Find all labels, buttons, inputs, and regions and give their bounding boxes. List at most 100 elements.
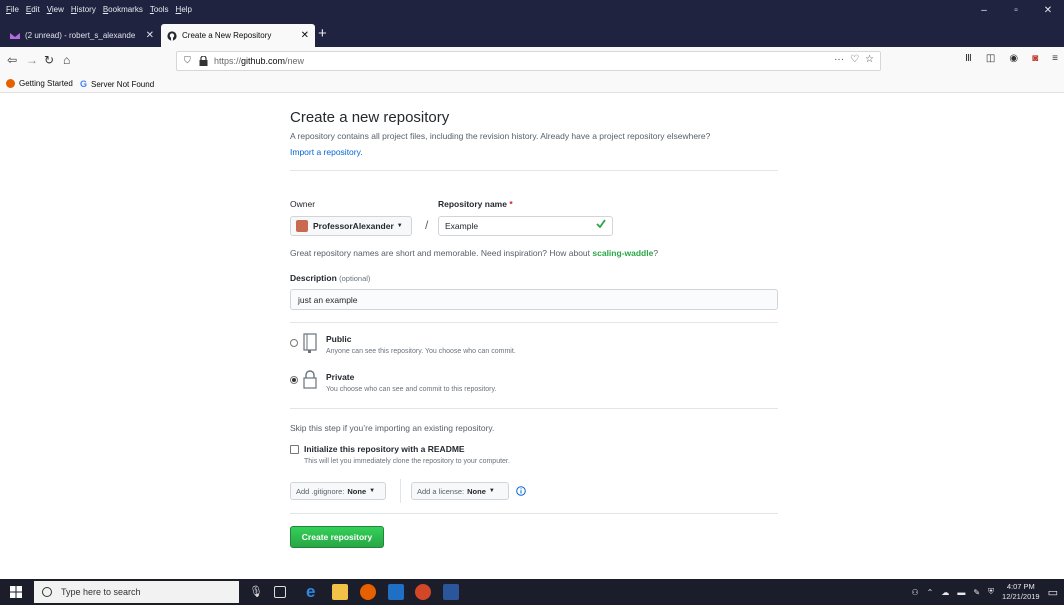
close-tab-icon[interactable]: ✕ [301, 30, 309, 41]
gitignore-label: Add .gitignore: [296, 486, 345, 496]
account-icon[interactable]: ◙ [1032, 53, 1038, 64]
lock-icon[interactable] [199, 56, 208, 66]
close-tab-icon[interactable]: ✕ [146, 30, 154, 41]
windows-start-icon[interactable] [10, 586, 22, 598]
init-readme-checkbox[interactable] [290, 445, 299, 454]
menu-edit[interactable]: Edit [26, 5, 40, 14]
license-select[interactable]: Add a license: None ▼ [411, 482, 509, 500]
clock-date: 12/21/2019 [1002, 592, 1040, 601]
url-text: https://github.com/new [214, 56, 304, 66]
network-icon[interactable]: ▬ [957, 588, 965, 597]
owner-repo-slash: / [425, 218, 429, 232]
powerpoint-icon[interactable] [415, 584, 431, 600]
tab-create-repository[interactable]: Create a New Repository ✕ [161, 24, 315, 47]
home-icon[interactable]: ⌂ [63, 53, 70, 67]
microphone-icon[interactable]: 🎙 [248, 584, 264, 600]
search-placeholder: Type here to search [61, 587, 141, 597]
hamburger-menu-icon[interactable]: ≡ [1052, 53, 1058, 64]
forward-icon[interactable]: → [26, 53, 38, 67]
tab-title: Create a New Repository [182, 31, 272, 40]
hint-text: Great repository names are short and mem… [290, 248, 591, 258]
bookmarks-bar: Getting Started G Server Not Found [0, 75, 1064, 93]
tracking-shield-icon[interactable]: ⛉ [184, 55, 191, 66]
menu-file[interactable]: File [6, 5, 19, 14]
mail-icon [10, 32, 20, 39]
search-icon [42, 587, 52, 597]
bookmark-label: Getting Started [19, 79, 73, 88]
repository-name-input[interactable]: Example [438, 216, 613, 236]
caret-down-icon: ▼ [369, 488, 376, 494]
repository-name-hint: Great repository names are short and mem… [290, 248, 658, 258]
defender-icon[interactable]: ⛨ [988, 587, 994, 597]
taskbar-search[interactable]: Type here to search [34, 581, 239, 603]
page-content: Create a new repository A repository con… [0, 93, 1064, 579]
public-radio[interactable] [290, 339, 298, 347]
menu-bookmarks[interactable]: Bookmarks [103, 5, 143, 14]
url-path: /new [285, 56, 305, 66]
menu-history[interactable]: History [71, 5, 96, 14]
close-window-button[interactable]: ✕ [1032, 0, 1064, 21]
owner-select[interactable]: ProfessorAlexander ▼ [290, 216, 412, 236]
hint-suffix: ? [653, 248, 659, 258]
license-label: Add a license: [417, 486, 465, 496]
word-icon[interactable] [443, 584, 459, 600]
avatar [296, 220, 308, 232]
gitignore-select[interactable]: Add .gitignore: None ▼ [290, 482, 386, 500]
divider [290, 170, 778, 171]
description-input[interactable]: just an example [290, 289, 778, 310]
init-readme-label[interactable]: Initialize this repository with a README [304, 444, 465, 454]
license-value: None [467, 486, 486, 496]
info-icon[interactable] [516, 486, 526, 496]
menu-list: File Edit View History Bookmarks Tools H… [6, 5, 192, 14]
page-title: Create a new repository [290, 109, 450, 126]
clock[interactable]: 4:07 PM 12/21/2019 [1002, 582, 1040, 602]
url-bar[interactable]: ⛉ https://github.com/new ··· ♡ ☆ [176, 51, 881, 71]
divider [290, 513, 778, 514]
menu-help[interactable]: Help [176, 5, 192, 14]
task-view-icon[interactable] [274, 586, 286, 598]
skip-note: Skip this step if you’re importing an ex… [290, 423, 495, 433]
repository-name-text: Repository name [438, 199, 507, 209]
onedrive-icon[interactable]: ☁ [941, 588, 949, 597]
bookmark-server-not-found[interactable]: G Server Not Found [80, 79, 154, 89]
tab-mail[interactable]: (2 unread) - robert_s_alexande ✕ [4, 24, 160, 47]
file-explorer-icon[interactable] [332, 584, 348, 600]
edge-icon[interactable]: e [306, 583, 322, 600]
taskbar: Type here to search 🎙 e ⚇ ⌃ ☁ ▬ ✎ ⛨ 4:07… [0, 579, 1064, 605]
create-repository-button[interactable]: Create repository [290, 526, 384, 548]
new-tab-button[interactable]: + [318, 26, 327, 42]
menu-view[interactable]: View [47, 5, 64, 14]
page-actions-icon[interactable]: ··· [834, 54, 844, 65]
select-separator [400, 479, 401, 503]
required-mark: * [509, 199, 513, 209]
pen-icon[interactable]: ✎ [973, 588, 980, 597]
clock-time: 4:07 PM [1006, 582, 1035, 591]
private-radio[interactable] [290, 376, 298, 384]
import-repository-link[interactable]: Import a repository. [290, 147, 363, 157]
github-icon [167, 30, 177, 41]
restore-button[interactable]: ▫ [1000, 0, 1032, 21]
caret-down-icon: ▼ [396, 223, 403, 229]
google-icon: G [80, 79, 88, 89]
firefox-icon[interactable] [360, 584, 376, 600]
bookmark-star-icon[interactable]: ☆ [865, 54, 874, 65]
pocket-icon[interactable]: ♡ [850, 54, 859, 65]
extensions-icon[interactable]: ◉ [1009, 53, 1018, 64]
private-title: Private [326, 372, 355, 382]
name-suggestion-link[interactable]: scaling-waddle [592, 248, 653, 258]
outlook-icon[interactable] [388, 584, 404, 600]
sidebar-icon[interactable]: ◫ [986, 53, 995, 64]
show-hidden-icons-icon[interactable]: ⌃ [927, 588, 934, 597]
people-icon[interactable]: ⚇ [911, 588, 918, 597]
page-subtitle: A repository contains all project files,… [290, 131, 711, 141]
reload-icon[interactable]: ↻ [44, 53, 54, 67]
lock-icon [303, 370, 317, 389]
back-icon[interactable]: ⇦ [7, 53, 17, 67]
menu-tools[interactable]: Tools [150, 5, 169, 14]
caret-down-icon: ▼ [488, 488, 495, 494]
bookmark-getting-started[interactable]: Getting Started [6, 79, 73, 88]
minimize-button[interactable]: – [968, 0, 1000, 21]
notifications-icon[interactable]: ▭ [1048, 586, 1058, 599]
firefox-icon [6, 79, 15, 88]
library-icon[interactable]: Ⅲ [965, 53, 972, 64]
